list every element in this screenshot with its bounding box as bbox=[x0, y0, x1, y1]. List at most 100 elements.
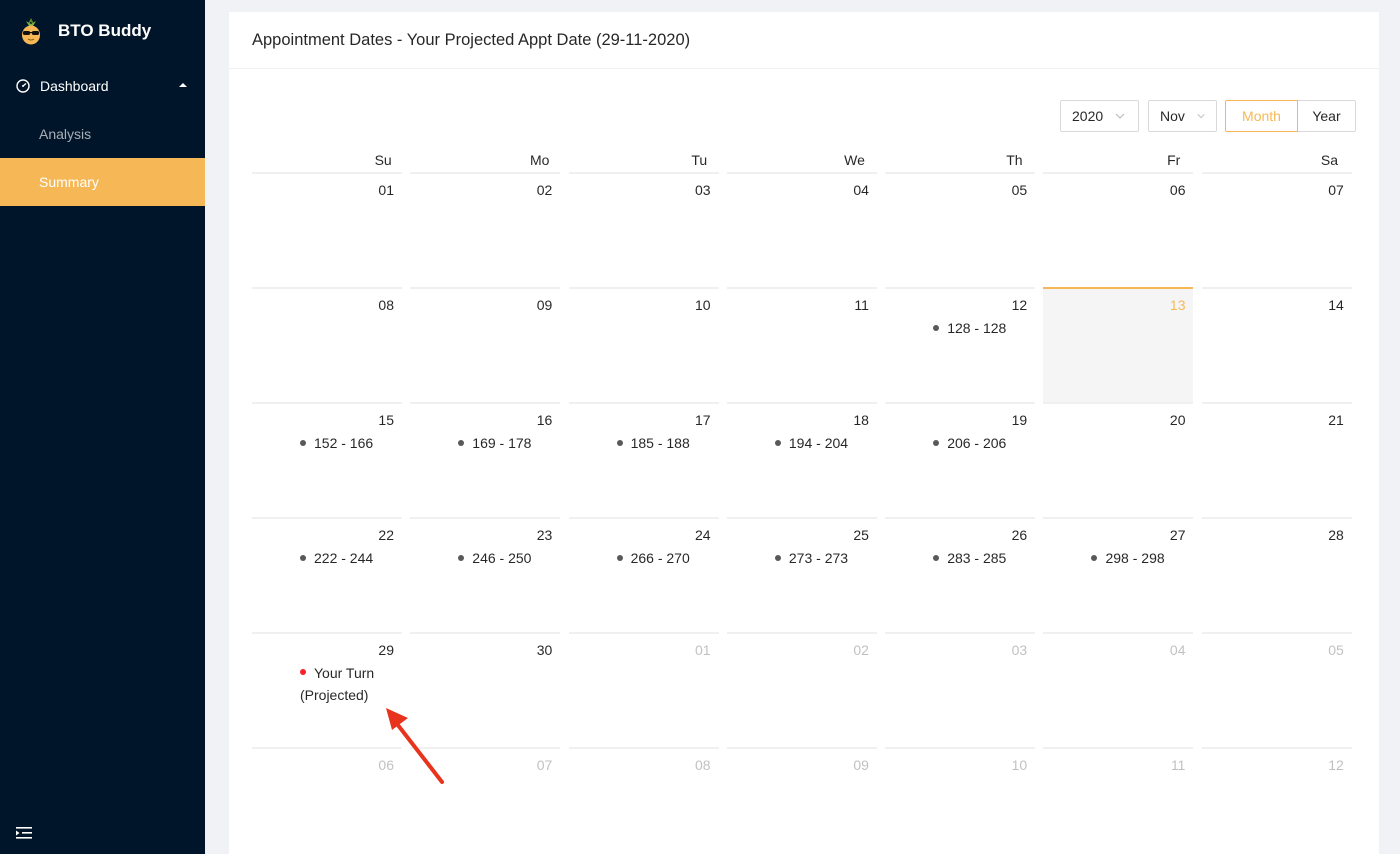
calendar-week: 15 152 - 166 16 169 - 178 17 185 - 188 18 19… bbox=[252, 402, 1356, 517]
appointment-event: 194 - 204 bbox=[774, 435, 849, 451]
calendar-day[interactable]: 05 bbox=[885, 172, 1036, 287]
brand-title: BTO Buddy bbox=[58, 21, 152, 40]
calendar-day[interactable]: 25 273 - 273 bbox=[726, 517, 877, 632]
calendar-day[interactable]: 22 222 - 244 bbox=[252, 517, 402, 632]
calendar-day[interactable]: 07 bbox=[1201, 172, 1352, 287]
calendar-day[interactable]: 02 bbox=[410, 172, 561, 287]
day-number: 11 bbox=[854, 297, 869, 313]
calendar-controls: 2020 Nov Month Year bbox=[1051, 100, 1356, 132]
calendar-day[interactable]: 06 bbox=[1043, 172, 1194, 287]
event-dot bbox=[933, 325, 940, 331]
year-mode-button[interactable]: Year bbox=[1298, 100, 1356, 132]
weekday-label: Su bbox=[374, 152, 392, 168]
calendar-day[interactable]: 28 bbox=[1201, 517, 1352, 632]
menu-fold-icon[interactable] bbox=[16, 826, 32, 840]
calendar-day-other-month[interactable]: 08 bbox=[568, 747, 719, 807]
calendar-day[interactable]: 01 bbox=[252, 172, 402, 287]
card-title: Appointment Dates - Your Projected Appt … bbox=[229, 12, 1379, 69]
calendar-day-today[interactable]: 13 bbox=[1043, 287, 1194, 402]
chevron-down-icon bbox=[1115, 113, 1125, 119]
weekday-header: Su Mo Tu We Th Fr Sa bbox=[252, 150, 1356, 172]
year-select-value: 2020 bbox=[1072, 108, 1104, 124]
calendar-day[interactable]: 21 bbox=[1201, 402, 1352, 517]
weekday-label: Sa bbox=[1320, 152, 1339, 168]
mode-switch: Month Year bbox=[1225, 100, 1356, 132]
sidebar-item-label: Summary bbox=[39, 174, 99, 190]
day-number: 19 bbox=[1011, 412, 1028, 428]
event-dot bbox=[616, 555, 623, 561]
calendar-day[interactable]: 19 206 - 206 bbox=[885, 402, 1036, 517]
event-dot bbox=[458, 555, 465, 561]
event-label: 283 - 285 bbox=[947, 550, 1007, 566]
calendar-day[interactable]: 16 169 - 178 bbox=[410, 402, 561, 517]
appointment-event: 169 - 178 bbox=[458, 435, 531, 451]
appointment-event: 298 - 298 bbox=[1091, 550, 1165, 566]
calendar-day-other-month[interactable]: 11 bbox=[1043, 747, 1194, 807]
day-number: 08 bbox=[695, 757, 711, 773]
calendar-day[interactable]: 27 298 - 298 bbox=[1043, 517, 1194, 632]
calendar-day[interactable]: 08 bbox=[252, 287, 402, 402]
sidebar-item-dashboard[interactable]: Dashboard bbox=[0, 62, 205, 110]
calendar-day[interactable]: 09 bbox=[410, 287, 561, 402]
event-label: 185 - 188 bbox=[630, 435, 690, 451]
calendar-day[interactable]: 24 266 - 270 bbox=[568, 517, 719, 632]
day-number: 08 bbox=[378, 297, 394, 313]
calendar-day[interactable]: 12 128 - 128 bbox=[885, 287, 1036, 402]
day-number: 09 bbox=[853, 757, 869, 773]
month-mode-button[interactable]: Month bbox=[1225, 100, 1298, 132]
day-number: 07 bbox=[536, 757, 553, 773]
event-dot bbox=[458, 440, 465, 446]
appointment-event: 222 - 244 bbox=[300, 550, 373, 566]
sidebar-item-summary[interactable]: Summary bbox=[0, 158, 205, 206]
appointment-event: 206 - 206 bbox=[933, 435, 1006, 451]
event-label: 128 - 128 bbox=[947, 320, 1007, 336]
day-number: 04 bbox=[853, 182, 869, 198]
calendar-day[interactable]: 14 bbox=[1201, 287, 1352, 402]
day-number: 20 bbox=[1169, 412, 1186, 428]
day-number: 14 bbox=[1328, 297, 1344, 313]
red-arrow-icon bbox=[386, 708, 444, 784]
month-select[interactable]: Nov bbox=[1148, 100, 1217, 132]
calendar-day-other-month[interactable]: 05 bbox=[1201, 632, 1352, 747]
day-number: 11 bbox=[1170, 757, 1186, 773]
calendar-day[interactable]: 15 152 - 166 bbox=[252, 402, 402, 517]
weekday-label: Tu bbox=[691, 152, 708, 168]
event-label: 222 - 244 bbox=[314, 550, 374, 566]
year-select[interactable]: 2020 bbox=[1060, 100, 1139, 132]
day-number: 21 bbox=[1328, 412, 1344, 428]
day-number: 25 bbox=[853, 527, 869, 543]
calendar-day[interactable]: 23 246 - 250 bbox=[410, 517, 561, 632]
pineapple-logo-icon bbox=[22, 18, 40, 45]
sidebar-item-analysis[interactable]: Analysis bbox=[0, 110, 205, 158]
calendar-day-other-month[interactable]: 01 bbox=[568, 632, 719, 747]
event-dot bbox=[300, 669, 306, 675]
day-number: 12 bbox=[1011, 297, 1028, 313]
appointment-event: 128 - 128 bbox=[933, 320, 1006, 336]
calendar-day[interactable]: 03 bbox=[568, 172, 719, 287]
calendar-day[interactable]: 26 283 - 285 bbox=[885, 517, 1036, 632]
calendar-day-other-month[interactable]: 10 bbox=[885, 747, 1036, 807]
brand[interactable]: BTO Buddy bbox=[0, 0, 205, 62]
calendar-day-other-month[interactable]: 12 bbox=[1201, 747, 1352, 807]
sidebar-item-dashboard-label: Dashboard bbox=[40, 78, 109, 94]
appointment-event: 185 - 188 bbox=[616, 435, 690, 451]
appointment-event: 283 - 285 bbox=[933, 550, 1006, 566]
weekday-label: We bbox=[844, 152, 865, 168]
calendar-day[interactable]: 04 bbox=[726, 172, 877, 287]
calendar-day[interactable]: 18 194 - 204 bbox=[726, 402, 877, 517]
calendar-day-other-month[interactable]: 03 bbox=[885, 632, 1036, 747]
event-dot bbox=[300, 440, 306, 446]
calendar-week: 08 09 10 11 12 128 - 128 13 14 bbox=[252, 287, 1356, 402]
event-label: 194 - 204 bbox=[788, 435, 849, 451]
dashboard-gauge-icon bbox=[16, 79, 30, 93]
calendar-day[interactable]: 20 bbox=[1043, 402, 1194, 517]
calendar-day[interactable]: 11 bbox=[726, 287, 877, 402]
calendar-day-other-month[interactable]: 09 bbox=[726, 747, 877, 807]
calendar-day-other-month[interactable]: 04 bbox=[1043, 632, 1194, 747]
day-number: 17 bbox=[695, 412, 711, 428]
event-dot bbox=[1091, 555, 1098, 561]
day-number: 30 bbox=[536, 642, 553, 658]
calendar-day[interactable]: 10 bbox=[568, 287, 719, 402]
calendar-day-other-month[interactable]: 02 bbox=[726, 632, 877, 747]
calendar-day[interactable]: 17 185 - 188 bbox=[568, 402, 719, 517]
